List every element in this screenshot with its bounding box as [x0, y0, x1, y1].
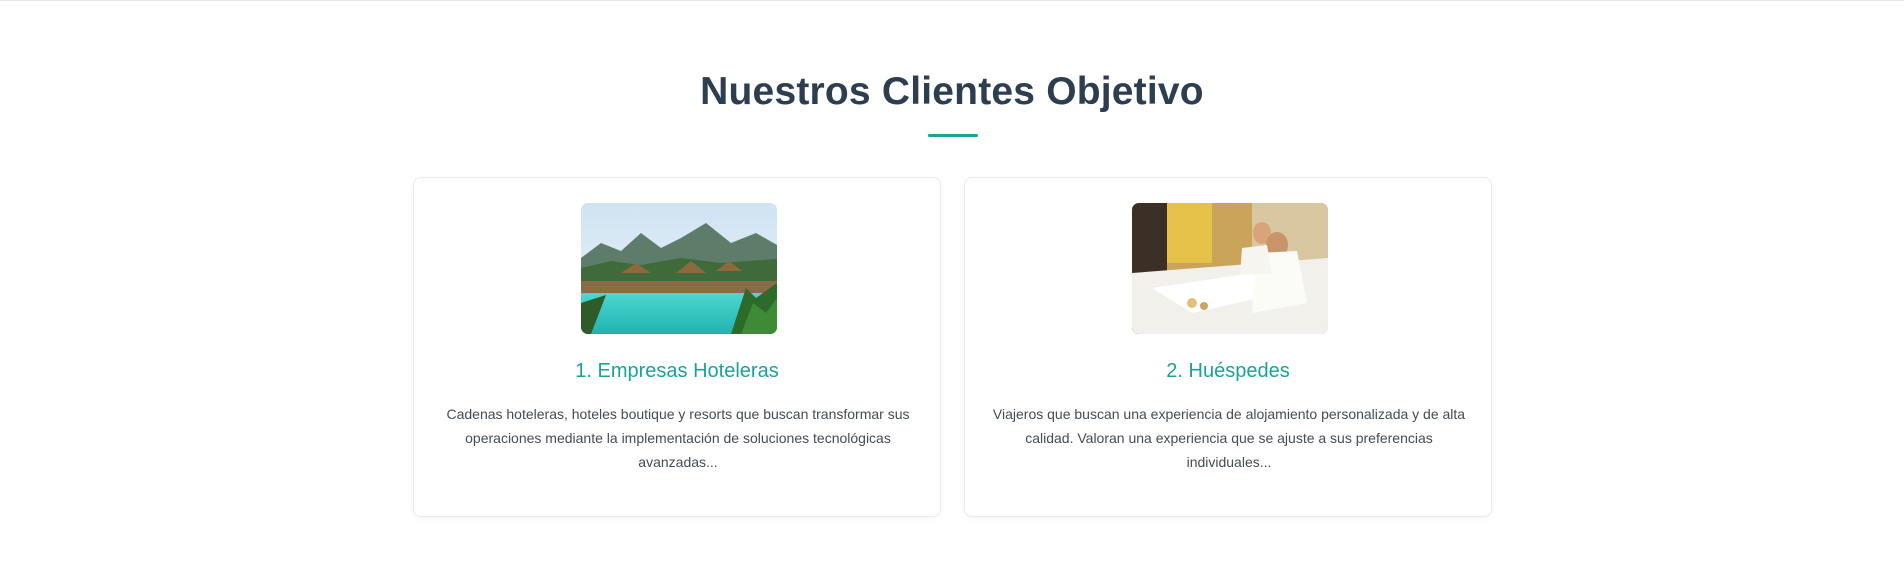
resort-pool-image: [581, 203, 777, 334]
client-card-hotel-companies: 1. Empresas Hoteleras Cadenas hoteleras,…: [413, 177, 941, 517]
section-title: Nuestros Clientes Objetivo: [700, 70, 1204, 113]
title-underline: [928, 134, 978, 137]
card-description: Cadenas hoteleras, hoteles boutique y re…: [446, 406, 910, 470]
card-title: 1. Empresas Hoteleras: [575, 360, 779, 382]
hotel-guests-image: [1132, 203, 1328, 334]
card-title: 2. Huéspedes: [1166, 360, 1290, 382]
client-card-guests: 2. Huéspedes Viajeros que buscan una exp…: [964, 177, 1492, 517]
target-clients-section: Nuestros Clientes Objetivo 1. Empresas H…: [0, 0, 1904, 574]
top-divider: [0, 0, 1904, 1]
card-description: Viajeros que buscan una experiencia de a…: [992, 406, 1466, 470]
